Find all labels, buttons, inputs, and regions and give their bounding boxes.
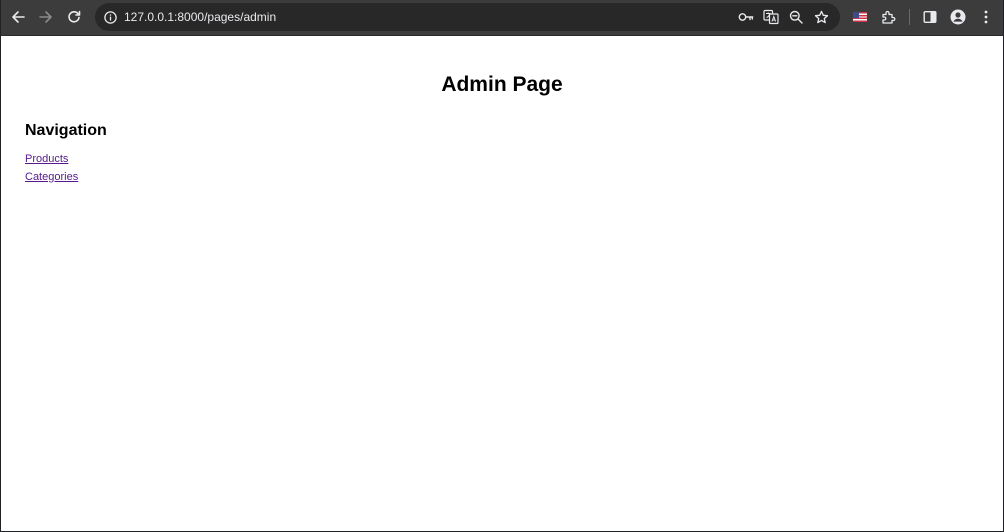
products-link[interactable]: Products [25,153,68,165]
browser-window: 127.0.0.1:8000/pages/admin Admin Page Na… [0,0,1004,532]
side-panel-icon [923,11,937,24]
forward-button[interactable] [33,4,59,30]
page-content: Admin Page Navigation Products Categorie… [1,36,1003,531]
toolbar-divider [909,9,910,25]
key-icon[interactable] [736,7,756,27]
list-item: Categories [25,169,78,187]
list-item: Products [25,151,78,169]
translate-icon[interactable] [761,7,781,27]
kebab-menu-icon [984,10,988,24]
navigation-heading: Navigation [25,122,107,139]
flag-extension-button[interactable] [847,4,873,30]
page-title: Admin Page [441,73,563,96]
site-info-icon[interactable] [101,8,119,26]
zoom-icon[interactable] [786,7,806,27]
side-panel-button[interactable] [917,4,943,30]
puzzle-icon [881,10,895,24]
categories-link[interactable]: Categories [25,171,78,183]
forward-arrow-icon [39,11,52,23]
url-text[interactable]: 127.0.0.1:8000/pages/admin [124,3,276,31]
navigation-list: Products Categories [25,151,78,187]
profile-icon [950,9,966,25]
us-flag-icon [853,12,867,22]
profile-button[interactable] [945,4,971,30]
back-button[interactable] [5,4,31,30]
star-icon[interactable] [811,7,831,27]
reload-button[interactable] [61,4,87,30]
browser-toolbar: 127.0.0.1:8000/pages/admin [1,0,1003,36]
back-arrow-icon [12,11,25,23]
reload-icon [68,10,81,23]
browser-menu-button[interactable] [973,4,999,30]
extensions-button[interactable] [875,4,901,30]
address-bar[interactable]: 127.0.0.1:8000/pages/admin [95,3,840,31]
